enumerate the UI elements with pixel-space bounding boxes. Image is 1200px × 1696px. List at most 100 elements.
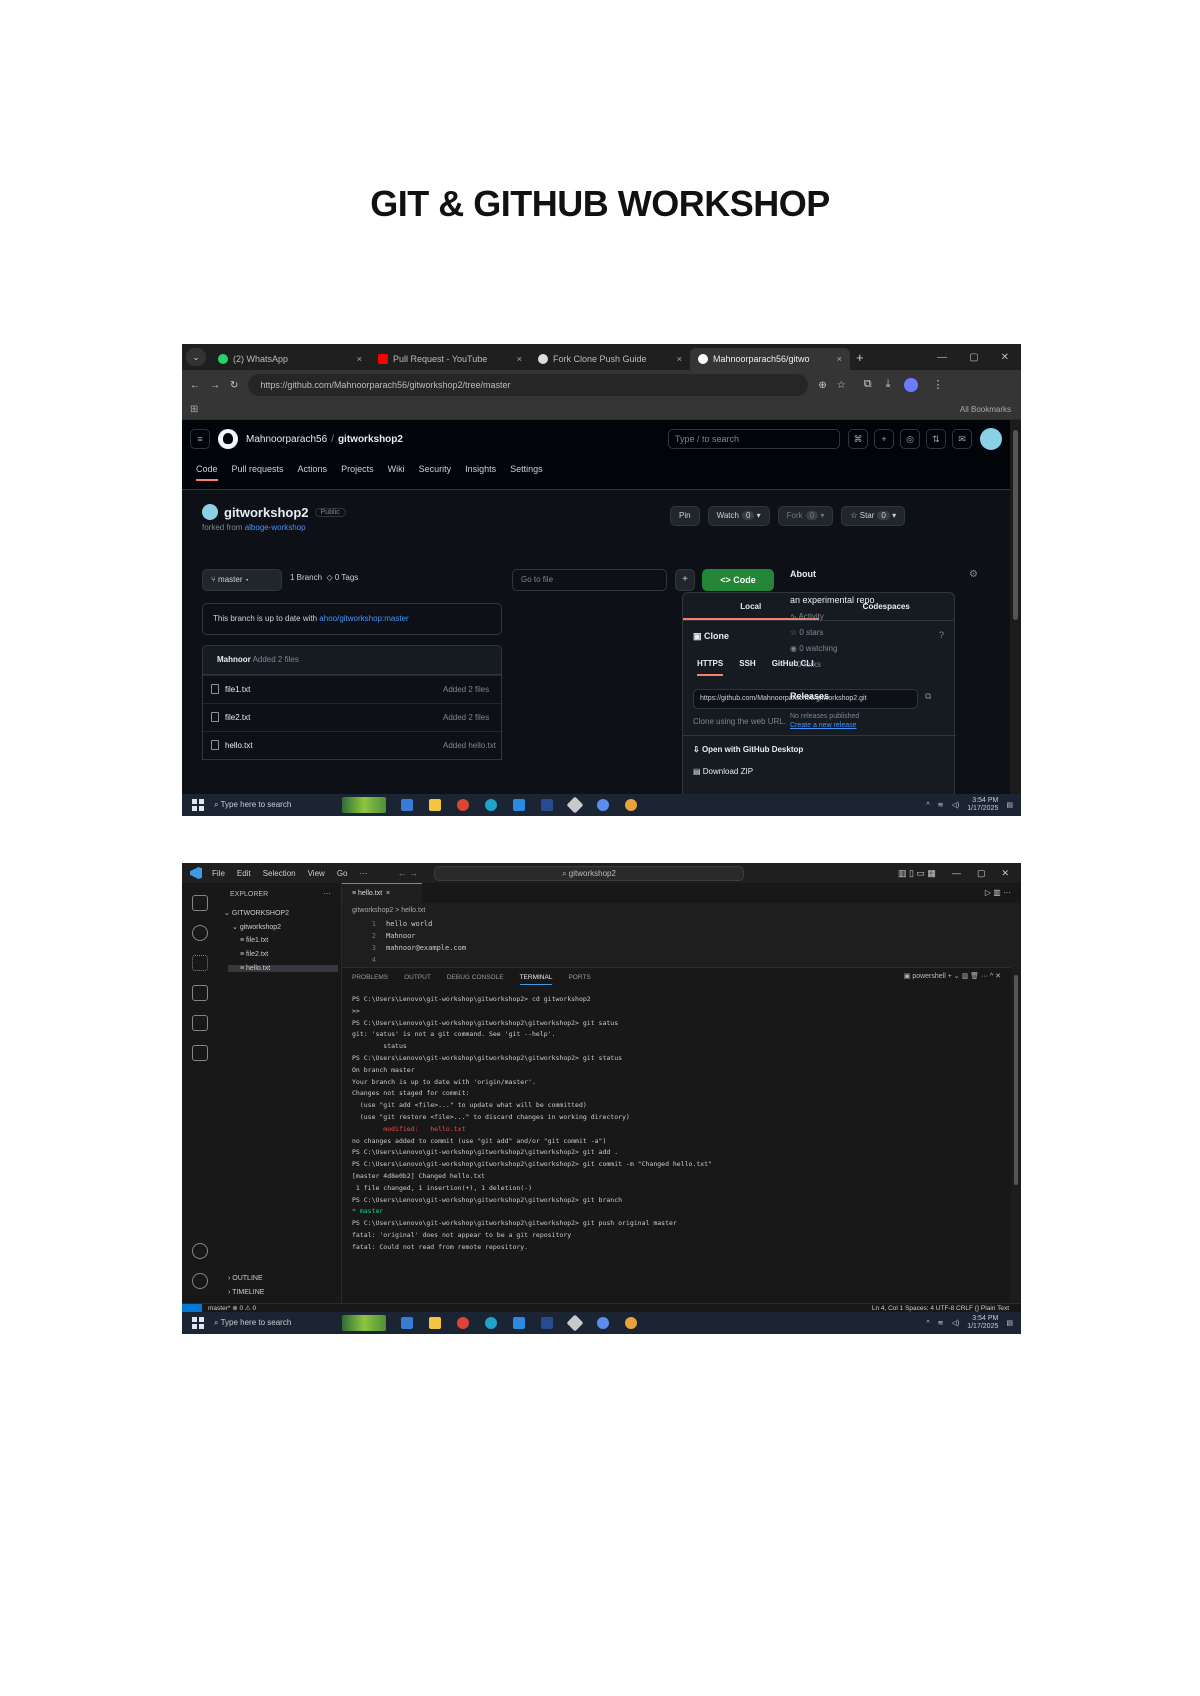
snip-tool-icon[interactable]: [566, 1314, 584, 1332]
taskbar-widget-image[interactable]: [342, 797, 386, 813]
profile-avatar[interactable]: [904, 378, 919, 392]
browser-tab-whatsapp[interactable]: (2) WhatsApp ×: [210, 348, 370, 370]
menu-selection[interactable]: Selection: [263, 869, 296, 878]
github-logo-icon[interactable]: [218, 429, 238, 449]
file-commit-msg[interactable]: Added hello.txt: [443, 741, 496, 750]
browser-tab-youtube[interactable]: Pull Request - YouTube ×: [370, 348, 530, 370]
file-commit-msg[interactable]: Added 2 files: [443, 713, 489, 722]
run-debug-icon[interactable]: [192, 985, 208, 1001]
reload-icon[interactable]: ↻: [230, 380, 238, 391]
code-editor[interactable]: 1 hello world 2 Mahnoor 3 mahnoor@example.c…: [352, 918, 466, 966]
activity-link[interactable]: ∿ Activity: [790, 612, 990, 621]
extensions-icon[interactable]: [192, 1015, 208, 1031]
forked-source-link[interactable]: alboge-workshop: [245, 523, 306, 532]
code-button[interactable]: <> Code: [702, 569, 774, 591]
timeline-section[interactable]: › TIMELINE: [228, 1289, 264, 1296]
repo-title[interactable]: gitworkshop2: [224, 505, 309, 520]
new-terminal-icon[interactable]: + ⌄ ▥ 🗑 ··· ^ ✕: [948, 973, 1001, 980]
apps-grid-icon[interactable]: ⊞: [190, 404, 198, 415]
tray-arrow-icon[interactable]: ^: [926, 802, 929, 809]
menu-edit[interactable]: Edit: [237, 869, 251, 878]
powershell-icon[interactable]: [538, 797, 556, 813]
tab-terminal[interactable]: TERMINAL: [519, 974, 553, 985]
add-file-button[interactable]: +: [675, 569, 695, 591]
panel-scrollbar[interactable]: [1011, 967, 1021, 1303]
copilot-app-icon[interactable]: [594, 797, 612, 813]
watching-link[interactable]: ◉ 0 watching: [790, 644, 990, 653]
gear-icon[interactable]: ⚙: [969, 569, 978, 580]
bookmark-star-icon[interactable]: ☆: [837, 380, 846, 391]
editor-actions-icon[interactable]: ▷ ▥ ···: [985, 888, 1011, 897]
more-actions-icon[interactable]: ···: [323, 889, 331, 898]
branch-selector[interactable]: ⑂ master ▾: [202, 569, 282, 591]
chrome-profile-icon[interactable]: [622, 1315, 640, 1331]
tab-projects[interactable]: Projects: [341, 464, 374, 481]
terminal-profile[interactable]: ▣ powershell: [904, 973, 946, 980]
windows-start-icon[interactable]: [192, 799, 204, 811]
file-row[interactable]: file1.txt Added 2 files: [203, 675, 501, 703]
stars-link[interactable]: ☆ 0 stars: [790, 628, 990, 637]
close-window-icon[interactable]: ✕: [1001, 352, 1009, 363]
volume-icon[interactable]: ◁): [952, 801, 960, 809]
outline-section[interactable]: › OUTLINE: [228, 1275, 263, 1282]
mail-app-icon[interactable]: [398, 797, 416, 813]
pin-button[interactable]: Pin: [670, 506, 700, 526]
pull-requests-icon[interactable]: ⇅: [926, 429, 946, 449]
menu-view[interactable]: View: [308, 869, 325, 878]
tab-problems[interactable]: PROBLEMS: [352, 974, 388, 985]
snip-tool-icon[interactable]: [566, 796, 584, 814]
vscode-icon[interactable]: [510, 797, 528, 813]
copilot-icon[interactable]: ⌘: [848, 429, 868, 449]
extension-icon[interactable]: ⧉: [864, 378, 872, 392]
tab-ssh[interactable]: SSH: [739, 659, 755, 676]
tab-insights[interactable]: Insights: [465, 464, 496, 481]
editor-tab[interactable]: ≡ hello.txt ×: [342, 883, 422, 903]
file-name[interactable]: file1.txt: [225, 685, 250, 694]
breadcrumb[interactable]: gitworkshop2 > hello.txt: [352, 907, 425, 914]
url-field[interactable]: https://github.com/Mahnoorparach56/gitwo…: [248, 374, 809, 396]
forward-icon[interactable]: →: [210, 380, 220, 391]
taskbar-widget-image[interactable]: [342, 1315, 386, 1331]
file-explorer-icon[interactable]: [426, 797, 444, 813]
open-desktop-button[interactable]: ⇩ Open with GitHub Desktop: [693, 745, 803, 754]
tab-actions[interactable]: Actions: [298, 464, 328, 481]
menu-dots-icon[interactable]: ⋮: [932, 378, 943, 392]
terminal-output[interactable]: PS C:\Users\Lenovo\git-workshop\gitworks…: [352, 994, 712, 1254]
issues-icon[interactable]: ◎: [900, 429, 920, 449]
notification-icon[interactable]: ▤: [1006, 1319, 1013, 1327]
workspace-root[interactable]: ⌄ GITWORKSHOP2: [224, 909, 289, 917]
maximize-icon[interactable]: ▢: [977, 868, 986, 879]
file-name[interactable]: hello.txt: [225, 741, 253, 750]
minimize-icon[interactable]: —: [952, 868, 961, 879]
create-release-link[interactable]: Create a new release: [790, 722, 990, 729]
close-icon[interactable]: ×: [517, 354, 522, 364]
inbox-icon[interactable]: ✉: [952, 429, 972, 449]
hamburger-menu-icon[interactable]: ≡: [190, 429, 210, 449]
remote-explorer-icon[interactable]: [192, 1045, 208, 1061]
notification-icon[interactable]: ▤: [1006, 801, 1013, 809]
watch-button[interactable]: Watch 0 ▾: [707, 506, 770, 526]
tab-settings[interactable]: Settings: [510, 464, 543, 481]
file-item[interactable]: ≡ file2.txt: [240, 951, 268, 958]
browser-tab-github[interactable]: Mahnoorparach56/gitwo ×: [690, 348, 850, 370]
user-avatar[interactable]: [980, 428, 1002, 450]
taskbar-clock[interactable]: 3:54 PM 1/17/2025: [967, 1315, 998, 1331]
taskbar-clock[interactable]: 3:54 PM 1/17/2025: [967, 797, 998, 813]
file-name[interactable]: file2.txt: [225, 713, 250, 722]
nav-arrows-icon[interactable]: ← →: [397, 868, 418, 878]
tab-code[interactable]: Code: [196, 464, 218, 481]
fork-button[interactable]: Fork 0 ▾: [777, 506, 834, 526]
tab-ports[interactable]: PORTS: [568, 974, 590, 985]
branches-link[interactable]: 1 Branch: [290, 573, 322, 582]
vscode-icon[interactable]: [510, 1315, 528, 1331]
file-item-selected[interactable]: ≡ hello.txt: [228, 965, 338, 972]
maximize-icon[interactable]: ▢: [969, 352, 978, 363]
wifi-icon[interactable]: ≋: [938, 801, 944, 809]
chrome-profile-icon[interactable]: [622, 797, 640, 813]
tab-wiki[interactable]: Wiki: [388, 464, 405, 481]
search-icon[interactable]: [192, 925, 208, 941]
search-input[interactable]: Type / to search: [668, 429, 840, 449]
file-commit-msg[interactable]: Added 2 files: [443, 685, 489, 694]
all-bookmarks[interactable]: All Bookmarks: [960, 405, 1011, 414]
menu-more[interactable]: ···: [359, 869, 367, 878]
